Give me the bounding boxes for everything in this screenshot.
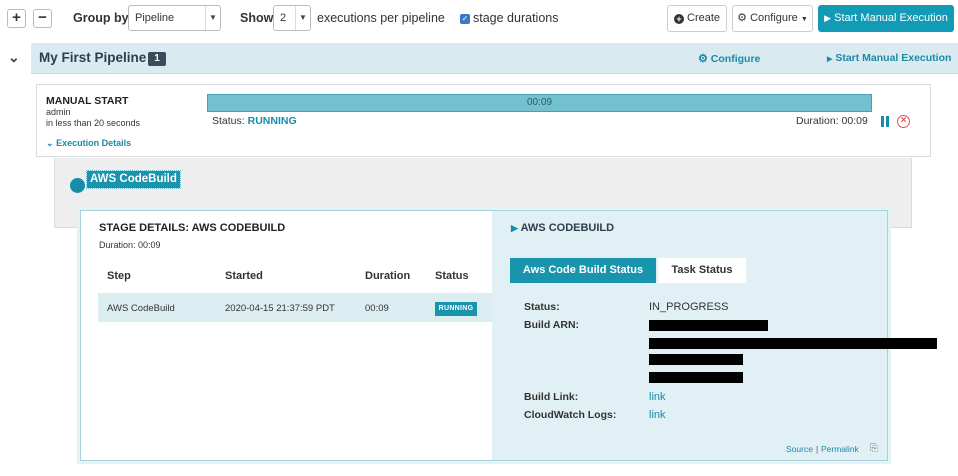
column-header-started: Started bbox=[225, 270, 263, 282]
progress-time: 00:09 bbox=[526, 97, 553, 108]
chevron-down-icon: ⌄ bbox=[46, 138, 54, 148]
tab-aws-code-build-status[interactable]: Aws Code Build Status bbox=[510, 258, 656, 283]
redacted-block bbox=[649, 320, 768, 331]
build-link[interactable]: link bbox=[649, 391, 666, 403]
stage-durations-checkbox[interactable]: ✓ bbox=[460, 14, 470, 24]
column-header-status: Status bbox=[435, 270, 469, 282]
redacted-block bbox=[649, 354, 743, 365]
gear-icon: ⚙ bbox=[737, 12, 748, 24]
pipeline-start-manual-label: Start Manual Execution bbox=[835, 52, 952, 64]
permalink-link[interactable]: Permalink bbox=[821, 444, 859, 454]
column-header-step: Step bbox=[107, 270, 131, 282]
cloudwatch-logs-label: CloudWatch Logs: bbox=[524, 409, 617, 421]
stage-details-title: STAGE DETAILS: AWS CODEBUILD bbox=[99, 222, 286, 234]
pipeline-configure-label: Configure bbox=[710, 53, 761, 65]
pipeline-name[interactable]: My First Pipeline bbox=[39, 50, 146, 65]
trigger-user: admin bbox=[46, 107, 71, 117]
show-label: Show bbox=[240, 11, 274, 25]
start-manual-execution-label: Start Manual Execution bbox=[834, 12, 948, 24]
chevron-down-icon: ▼ bbox=[205, 6, 220, 30]
stage-details-duration: Duration: 00:09 bbox=[99, 240, 161, 250]
gear-icon: ⚙ bbox=[698, 53, 708, 65]
group-by-label: Group by bbox=[73, 11, 129, 25]
configure-menu-button[interactable]: ⚙ Configure ▼ bbox=[732, 5, 813, 32]
status-value: RUNNING bbox=[247, 115, 297, 127]
redacted-block bbox=[649, 372, 743, 383]
pipeline-start-manual-link[interactable]: ▶ Start Manual Execution bbox=[827, 52, 951, 64]
column-header-duration: Duration bbox=[365, 270, 411, 282]
source-link[interactable]: Source bbox=[786, 444, 813, 454]
status-badge: RUNNING bbox=[435, 302, 477, 316]
trigger-type: MANUAL START bbox=[46, 95, 129, 107]
stage-durations-label: stage durations bbox=[473, 11, 559, 25]
clipboard-icon[interactable]: ⎘ bbox=[870, 443, 878, 454]
play-icon: ▶ bbox=[827, 56, 833, 63]
build-arn-label: Build ARN: bbox=[524, 319, 580, 331]
status-label: Status: bbox=[212, 115, 245, 127]
execution-status: Status: RUNNING bbox=[212, 115, 297, 127]
row-started: 2020-04-15 21:37:59 PDT bbox=[225, 303, 335, 314]
create-label: Create bbox=[687, 12, 721, 24]
execution-count-badge: 1 bbox=[148, 52, 166, 66]
execution-details-label: Execution Details bbox=[56, 138, 132, 148]
show-count-value: 2 bbox=[280, 12, 287, 24]
group-by-select[interactable]: Pipeline ▼ bbox=[128, 5, 221, 31]
redacted-block bbox=[649, 338, 937, 349]
create-button[interactable]: + Create bbox=[667, 5, 727, 32]
pipeline-configure-link[interactable]: ⚙ Configure bbox=[698, 52, 760, 65]
cloudwatch-logs-link[interactable]: link bbox=[649, 409, 666, 421]
execution-progress-bar[interactable]: 00:09 bbox=[207, 94, 872, 112]
cancel-icon[interactable]: × bbox=[897, 115, 910, 128]
group-by-value: Pipeline bbox=[135, 12, 175, 24]
expand-all-button[interactable]: + bbox=[7, 9, 26, 28]
row-duration: 00:09 bbox=[365, 303, 389, 314]
build-link-label: Build Link: bbox=[524, 391, 579, 403]
caret-down-icon: ▼ bbox=[800, 16, 808, 23]
pipeline-header bbox=[31, 43, 958, 74]
collapse-pipeline-chevron-icon[interactable]: ⌄ bbox=[8, 49, 20, 66]
stage-label[interactable]: AWS CodeBuild bbox=[86, 170, 181, 189]
plus-circle-icon: + bbox=[673, 14, 684, 24]
status-field-label: Status: bbox=[524, 301, 560, 313]
show-count-select[interactable]: 2 ▼ bbox=[273, 5, 311, 31]
collapse-all-button[interactable]: − bbox=[33, 9, 52, 28]
trigger-time: in less than 20 seconds bbox=[46, 118, 141, 128]
status-field-value: IN_PROGRESS bbox=[649, 301, 729, 313]
execution-details-toggle[interactable]: ⌄ Execution Details bbox=[46, 138, 131, 149]
tab-task-status[interactable]: Task Status bbox=[658, 258, 746, 283]
stage-node[interactable] bbox=[70, 178, 85, 193]
build-panel-title: ▶ AWS CODEBUILD bbox=[511, 222, 614, 234]
row-step: AWS CodeBuild bbox=[107, 303, 175, 314]
execution-duration: Duration: 00:09 bbox=[796, 115, 868, 127]
play-icon: ▶ bbox=[511, 223, 518, 233]
start-manual-execution-button[interactable]: ▶ Start Manual Execution bbox=[818, 5, 954, 32]
executions-per-pipeline-label: executions per pipeline bbox=[317, 11, 445, 25]
build-panel bbox=[492, 211, 887, 460]
configure-label: Configure bbox=[750, 12, 798, 24]
chevron-down-icon: ▼ bbox=[295, 6, 310, 30]
build-panel-title-text: AWS CODEBUILD bbox=[520, 222, 615, 234]
pause-icon[interactable] bbox=[880, 116, 890, 127]
play-icon: ▶ bbox=[824, 13, 832, 23]
link-separator: | bbox=[816, 444, 819, 454]
